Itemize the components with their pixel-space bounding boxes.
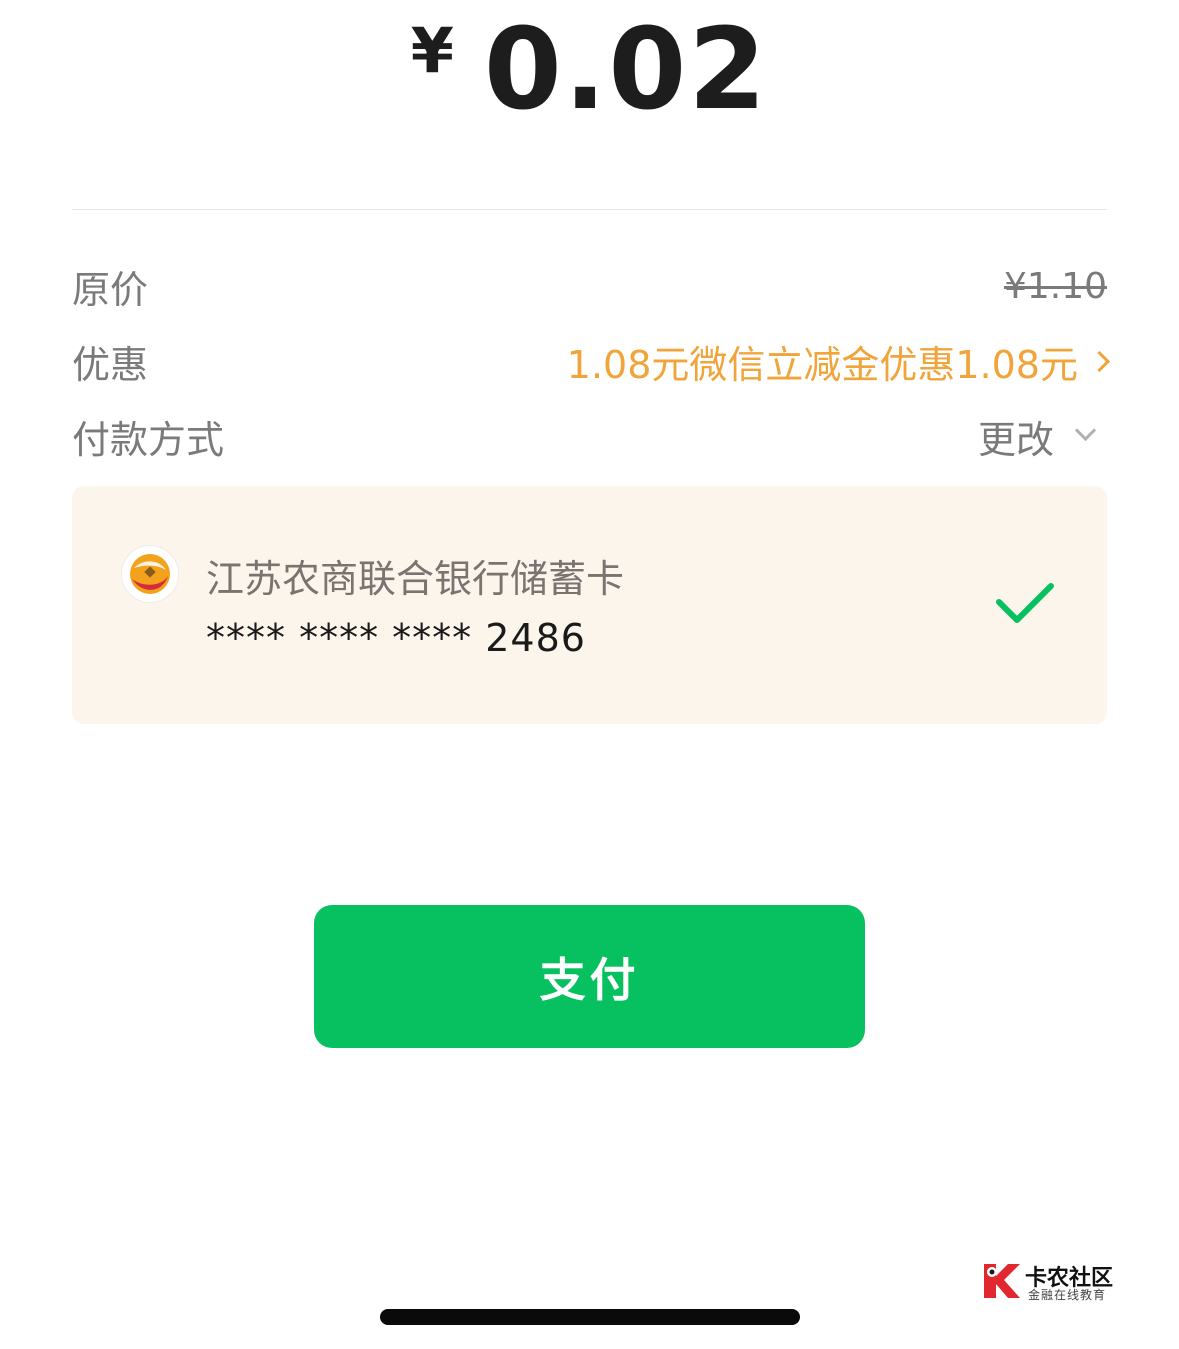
payment-amount: ¥ 0.02 [0, 5, 1179, 135]
discount-detail[interactable]: 1.08元微信立减金优惠1.08元 [566, 334, 1111, 389]
chevron-right-icon [1088, 350, 1111, 372]
change-payment-method-button[interactable]: 更改 [978, 409, 1107, 464]
original-price-row: 原价 ¥1.10 [72, 256, 1107, 316]
payment-method-label: 付款方式 [72, 417, 225, 462]
discount-value: 1.08元微信立减金优惠1.08元 [566, 342, 1078, 387]
payment-method-row: 付款方式 更改 [72, 406, 1107, 466]
bank-logo-icon [122, 546, 178, 602]
discount-label: 优惠 [72, 342, 149, 387]
divider [72, 209, 1107, 210]
chevron-down-icon [1074, 419, 1097, 441]
bank-card-option[interactable]: 江苏农商联合银行储蓄卡 **** **** **** 2486 [72, 486, 1107, 724]
original-price-label: 原价 [72, 267, 149, 312]
original-price-value: ¥1.10 [1003, 265, 1107, 307]
discount-row[interactable]: 优惠 1.08元微信立减金优惠1.08元 [72, 331, 1111, 391]
watermark-subtitle: 金融在线教育 [1028, 1288, 1107, 1302]
change-label: 更改 [977, 417, 1054, 462]
amount-value: 0.02 [483, 5, 769, 135]
currency-symbol: ¥ [410, 13, 454, 87]
watermark-logo-icon [984, 1264, 1020, 1298]
home-indicator[interactable] [380, 1309, 800, 1325]
checkmark-icon [993, 578, 1057, 628]
bank-name: 江苏农商联合银行储蓄卡 [206, 557, 625, 601]
card-number: **** **** **** 2486 [206, 616, 586, 660]
pay-button[interactable]: 支付 [314, 905, 865, 1048]
watermark-logo: 卡农社区 金融在线教育 [980, 1258, 1130, 1304]
